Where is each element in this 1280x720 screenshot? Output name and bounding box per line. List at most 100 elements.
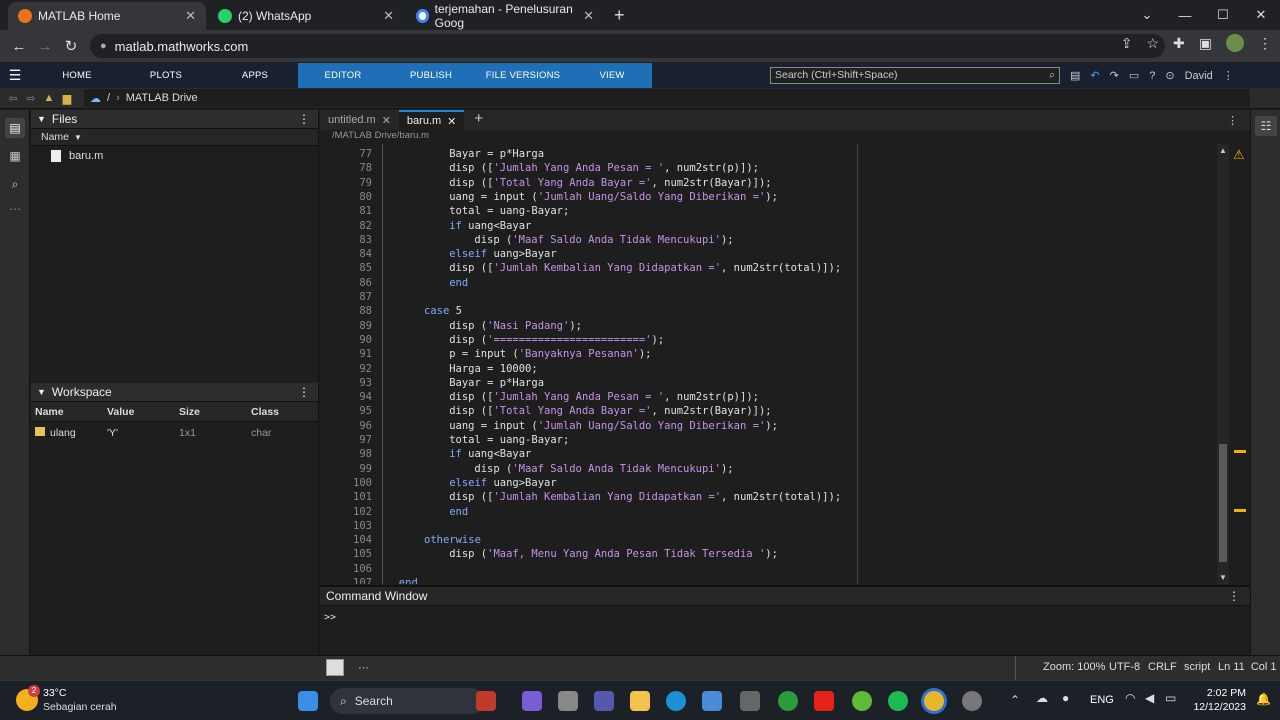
tab-plots[interactable]: PLOTS <box>133 63 199 88</box>
cursor-position[interactable]: Ln 11 Col 1 <box>1218 661 1277 673</box>
more-icon[interactable]: ⋯ <box>5 202 25 216</box>
menu-dots-icon[interactable]: ⋮ <box>1258 35 1272 52</box>
chrome-icon[interactable] <box>924 691 944 711</box>
tab-baru[interactable]: baru.m ✕ <box>398 110 465 130</box>
maximize-icon[interactable]: ☐ <box>1204 7 1242 23</box>
code-line[interactable]: disp (['Jumlah Yang Anda Pesan = ', num2… <box>449 162 759 174</box>
code-line[interactable]: disp ('Maaf Saldo Anda Tidak Mencukupi')… <box>474 463 733 475</box>
code-line[interactable]: disp ('Maaf, Menu Yang Anda Pesan Tidak … <box>449 548 778 560</box>
command-prompt[interactable]: >> <box>320 606 1250 623</box>
store-icon[interactable] <box>702 691 722 711</box>
code-line[interactable]: disp (['Jumlah Kembalian Yang Didapatkan… <box>449 262 841 274</box>
workspace-panel-icon[interactable]: ▦ <box>5 146 25 166</box>
xbox-icon[interactable] <box>778 691 798 711</box>
forward-icon[interactable]: → <box>32 38 58 55</box>
table-row[interactable]: ulang 'Y' 1x1 char <box>31 422 318 442</box>
clock-time[interactable]: 2:02 PM <box>1192 687 1246 699</box>
notifications-icon[interactable]: 🔔 <box>1256 692 1271 706</box>
editor-menu-icon[interactable]: ⋮ <box>1227 114 1238 127</box>
user-icon[interactable]: ⊙ <box>1165 69 1174 82</box>
command-window[interactable]: Command Window ⋮ >> <box>320 587 1250 655</box>
close-icon[interactable]: ✕ <box>382 114 391 127</box>
scrollbar-thumb[interactable] <box>1219 444 1227 562</box>
scroll-up-icon[interactable]: ▲ <box>1219 146 1227 155</box>
code-line[interactable]: total = uang-Bayar; <box>449 434 569 446</box>
browse-folder-icon[interactable]: ▆ <box>58 92 76 105</box>
tab-editor[interactable]: EDITOR <box>298 63 388 88</box>
close-icon[interactable]: ✕ <box>583 8 594 24</box>
code-line[interactable]: disp (['Total Yang Anda Bayar =', num2st… <box>449 177 771 189</box>
bookmark-star-icon[interactable]: ☆ <box>1146 35 1159 52</box>
code-line[interactable]: disp ('Maaf Saldo Anda Tidak Mencukupi')… <box>474 234 733 246</box>
code-line[interactable]: case 5 <box>424 305 462 317</box>
code-line[interactable]: if uang<Bayar <box>449 220 531 232</box>
code-line[interactable]: disp ('========================'); <box>449 334 664 346</box>
new-tab-button[interactable]: + <box>614 5 625 26</box>
code-line[interactable]: disp (['Jumlah Kembalian Yang Didapatkan… <box>449 491 841 503</box>
collapse-icon[interactable]: ▼ <box>37 387 46 397</box>
hamburger-icon[interactable]: ☰ <box>0 67 30 84</box>
share-icon[interactable]: ⇪ <box>1121 35 1133 52</box>
line-ending[interactable]: CRLF <box>1148 661 1177 673</box>
up-folder-icon[interactable]: ▲ <box>40 92 58 104</box>
chevron-up-icon[interactable]: ⌃ <box>1010 693 1020 707</box>
code-line[interactable]: uang = input ('Jumlah Uang/Saldo Yang Di… <box>449 420 778 432</box>
files-panel-header[interactable]: ▼ Files ⋮ <box>31 110 318 129</box>
task-view-icon[interactable] <box>558 691 578 711</box>
search-input[interactable]: Search (Ctrl+Shift+Space) ⌕ <box>770 67 1060 84</box>
code-line[interactable]: otherwise <box>424 534 481 546</box>
search-highlight-icon[interactable] <box>476 691 496 711</box>
zoom-level[interactable]: Zoom: 100% <box>1043 661 1105 673</box>
code-line[interactable]: elseif uang>Bayar <box>449 477 556 489</box>
tab-publish[interactable]: PUBLISH <box>388 63 474 88</box>
spotify-icon[interactable] <box>888 691 908 711</box>
code-line[interactable]: end <box>399 577 418 584</box>
tab-whatsapp[interactable]: (2) WhatsApp ✕ <box>208 2 404 30</box>
class-column[interactable]: Class <box>251 406 279 418</box>
sort-icon[interactable]: ▼ <box>74 133 82 142</box>
code-line[interactable]: p = input ('Banyaknya Pesanan'); <box>449 348 651 360</box>
utorrent-icon[interactable] <box>852 691 872 711</box>
edge-icon[interactable] <box>666 691 686 711</box>
more-icon[interactable]: ⋯ <box>358 661 369 674</box>
redo-icon[interactable]: ↷ <box>1110 69 1119 82</box>
profile-avatar[interactable] <box>1226 34 1244 52</box>
tab-home[interactable]: HOME <box>44 63 110 88</box>
weather-desc[interactable]: Sebagian cerah <box>43 701 117 713</box>
onedrive-icon[interactable]: ☁ <box>1036 691 1048 705</box>
user-name[interactable]: David <box>1185 70 1213 82</box>
extensions-icon[interactable]: ✚ <box>1173 35 1185 52</box>
url-input[interactable]: ● matlab.mathworks.com <box>90 34 1165 58</box>
volume-icon[interactable]: ◀ <box>1145 691 1154 705</box>
code-line[interactable]: disp (['Total Yang Anda Bayar =', num2st… <box>449 405 771 417</box>
forward-icon[interactable]: ⇨ <box>22 92 40 105</box>
panel-menu-icon[interactable]: ⋮ <box>1228 589 1240 603</box>
name-column[interactable]: Name <box>41 131 69 143</box>
close-icon[interactable]: ✕ <box>185 8 196 24</box>
property-inspector-icon[interactable]: ☷ <box>1255 116 1277 136</box>
code-line[interactable]: if uang<Bayar <box>449 448 531 460</box>
back-icon[interactable]: ⇦ <box>4 92 22 105</box>
file-item[interactable]: baru.m <box>31 146 318 162</box>
tab-untitled[interactable]: untitled.m ✕ <box>320 110 399 130</box>
name-column[interactable]: Name <box>35 406 64 418</box>
window-layout-icon[interactable]: ▭ <box>1129 69 1139 82</box>
wifi-icon[interactable]: ◠ <box>1125 691 1135 705</box>
size-column[interactable]: Size <box>179 406 200 418</box>
clock-date[interactable]: 12/12/2023 <box>1186 701 1246 713</box>
taskbar-search[interactable]: ⌕ Search <box>330 688 484 714</box>
command-history-icon[interactable] <box>326 659 344 676</box>
site-info-icon[interactable]: ● <box>100 40 107 52</box>
code-line[interactable]: disp ('Nasi Padang'); <box>449 320 582 332</box>
close-icon[interactable]: ✕ <box>383 8 394 24</box>
close-window-icon[interactable]: ✕ <box>1242 7 1280 23</box>
tab-matlab-home[interactable]: MATLAB Home ✕ <box>8 2 206 30</box>
microphone-icon[interactable]: ● <box>1062 691 1069 705</box>
tab-apps[interactable]: APPS <box>222 63 288 88</box>
warning-icon[interactable]: ⚠ <box>1233 147 1245 163</box>
path-folder[interactable]: MATLAB Drive <box>126 92 198 104</box>
path-root[interactable]: / <box>107 92 110 104</box>
help-icon[interactable]: ? <box>1149 70 1155 82</box>
file-explorer-icon[interactable] <box>630 691 650 711</box>
back-icon[interactable]: ← <box>6 38 32 55</box>
